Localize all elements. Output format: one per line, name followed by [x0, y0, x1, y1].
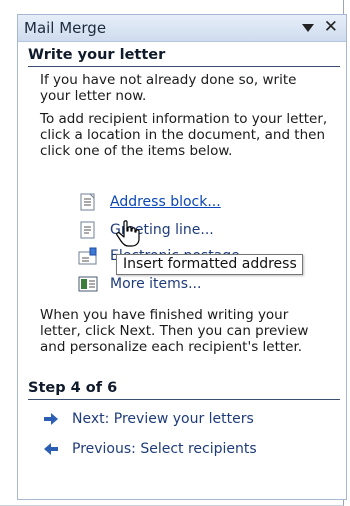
next-step-link[interactable]: Next: Preview your letters	[44, 410, 254, 428]
tooltip: Insert formatted address	[116, 254, 303, 275]
step-divider	[28, 399, 340, 400]
pane-titlebar: Mail Merge ✕	[18, 15, 346, 42]
address-block-icon	[80, 193, 95, 211]
section-divider	[28, 66, 340, 67]
write-letter-heading: Write your letter	[28, 47, 166, 63]
electronic-postage-icon	[78, 247, 97, 265]
previous-step-link[interactable]: Previous: Select recipients	[44, 440, 257, 458]
step-heading: Step 4 of 6	[28, 380, 118, 396]
left-arrow-icon	[44, 443, 58, 455]
hand-cursor-icon	[116, 220, 140, 247]
more-items-label[interactable]: More items...	[110, 276, 201, 292]
greeting-line-icon	[80, 221, 95, 239]
close-icon[interactable]: ✕	[324, 17, 338, 37]
next-step-label[interactable]: Next: Preview your letters	[72, 411, 254, 427]
mail-merge-pane: Mail Merge ✕ Write your letter If you ha…	[0, 0, 347, 506]
previous-step-label[interactable]: Previous: Select recipients	[72, 441, 257, 457]
address-block-label[interactable]: Address block...	[110, 194, 221, 210]
right-arrow-icon	[44, 413, 58, 425]
finish-paragraph: When you have finished writing your lett…	[40, 307, 309, 355]
greeting-line-link[interactable]: Greeting line...	[78, 220, 214, 240]
intro-paragraph: If you have not already done so, write y…	[40, 72, 297, 104]
pane-options-dropdown-icon[interactable]	[302, 24, 314, 32]
more-items-icon	[78, 276, 98, 292]
address-block-link[interactable]: Address block...	[78, 192, 221, 212]
instruction-paragraph: To add recipient information to your let…	[40, 111, 328, 159]
more-items-link[interactable]: More items...	[78, 274, 201, 294]
pane-title: Mail Merge	[24, 19, 107, 37]
